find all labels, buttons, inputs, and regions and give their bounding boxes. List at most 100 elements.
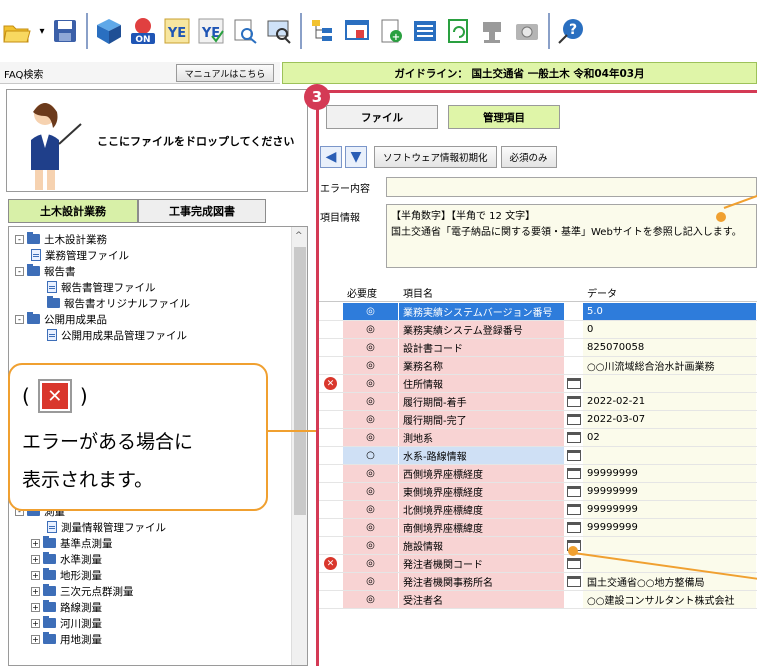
edit-cell[interactable]	[565, 573, 583, 590]
table-row[interactable]: ◎ 東側境界座標経度 99999999	[319, 483, 757, 500]
table-row[interactable]: ◎ 測地系 02	[319, 429, 757, 446]
tab-management-items[interactable]: 管理項目	[448, 105, 560, 129]
data-cell[interactable]: 99999999	[583, 465, 757, 482]
on-icon[interactable]: ON	[128, 16, 158, 46]
tree-item[interactable]: 測量情報管理ファイル	[47, 519, 166, 535]
arrow-left-icon[interactable]: ◀	[320, 146, 342, 168]
table-row[interactable]: ◎ 履行期間-完了 2022-03-07	[319, 411, 757, 428]
table-row[interactable]: ◎ 西側境界座標経度 99999999	[319, 465, 757, 482]
tab-civil-design[interactable]: 土木設計業務	[8, 199, 138, 223]
tree-scrollbar[interactable]: ^	[291, 227, 307, 665]
tree-view-icon[interactable]	[308, 16, 338, 46]
arrow-down-icon[interactable]: ▼	[345, 146, 367, 168]
data-cell[interactable]: 0	[583, 321, 757, 338]
tree-item[interactable]: + 水準測量	[31, 551, 102, 567]
edit-window-icon[interactable]	[566, 414, 581, 425]
edit-cell[interactable]	[565, 393, 583, 410]
tab-file[interactable]: ファイル	[326, 105, 438, 129]
manual-button[interactable]: マニュアルはこちら	[176, 64, 274, 82]
tree-item[interactable]: + 用地測量	[31, 631, 102, 647]
required-only-button[interactable]: 必須のみ	[500, 146, 557, 168]
tree-item[interactable]: - 公開用成果品	[15, 311, 107, 327]
collapse-icon[interactable]: -	[15, 314, 24, 324]
header-requirement[interactable]: 必要度	[347, 285, 377, 300]
data-cell[interactable]: 825070058	[583, 339, 757, 356]
doc-add-icon[interactable]: +	[376, 16, 406, 46]
edit-cell[interactable]	[565, 447, 583, 464]
tree-item[interactable]: - 報告書	[15, 263, 76, 279]
help-icon[interactable]: ?	[556, 16, 586, 46]
edit-window-icon[interactable]	[566, 558, 581, 569]
edit-window-icon[interactable]	[566, 576, 581, 587]
edit-cell[interactable]	[565, 519, 583, 536]
edit-window-icon[interactable]	[566, 378, 581, 389]
edit-cell[interactable]	[565, 501, 583, 518]
file-drop-area[interactable]: ここにファイルをドロップしてください	[6, 89, 308, 192]
tree-item[interactable]: + 河川測量	[31, 615, 102, 631]
edit-window-icon[interactable]	[566, 450, 581, 461]
data-cell[interactable]	[583, 375, 757, 392]
scroll-thumb[interactable]	[294, 247, 306, 515]
collapse-icon[interactable]: -	[15, 266, 24, 276]
tree-item[interactable]: 業務管理ファイル	[31, 247, 129, 263]
data-cell[interactable]	[583, 447, 757, 464]
edit-window-icon[interactable]	[566, 432, 581, 443]
ye-icon[interactable]: YE	[162, 16, 192, 46]
data-cell[interactable]: 02	[583, 429, 757, 446]
data-cell[interactable]: 99999999	[583, 519, 757, 536]
tree-item[interactable]: + 地形測量	[31, 567, 102, 583]
stamp-icon[interactable]	[478, 16, 508, 46]
monitor-search-icon[interactable]	[264, 16, 294, 46]
edit-window-icon[interactable]	[566, 522, 581, 533]
table-row[interactable]: ◎ 業務実績システム登録番号 0	[319, 321, 757, 338]
scroll-up-icon[interactable]: ^	[295, 231, 303, 241]
edit-cell[interactable]	[565, 411, 583, 428]
open-dropdown-icon[interactable]: ▾	[36, 16, 48, 46]
data-cell[interactable]: ○○建設コンサルタント株式会社	[583, 591, 757, 608]
edit-window-icon[interactable]	[566, 504, 581, 515]
data-cell[interactable]: 2022-03-07	[583, 411, 757, 428]
table-row[interactable]: ◎ 業務実績システムバージョン番号 5.0	[319, 303, 757, 320]
data-cell[interactable]: ○○川流域総合治水計画業務	[583, 357, 757, 374]
table-row[interactable]: ◎ 業務名称 ○○川流域総合治水計画業務	[319, 357, 757, 374]
edit-cell[interactable]	[565, 429, 583, 446]
open-folder-icon[interactable]	[2, 16, 32, 46]
faq-search-label[interactable]: FAQ検索	[4, 66, 43, 81]
refresh-doc-icon[interactable]	[444, 16, 474, 46]
table-row[interactable]: ◎ 設計書コード 825070058	[319, 339, 757, 356]
data-cell[interactable]: 5.0	[583, 303, 757, 320]
collapse-icon[interactable]: -	[15, 234, 24, 244]
tree-item[interactable]: 報告書オリジナルファイル	[47, 295, 190, 311]
list-icon[interactable]	[410, 16, 440, 46]
tree-item[interactable]: - 土木設計業務	[15, 231, 107, 247]
expand-icon[interactable]: +	[31, 602, 40, 612]
tree-item[interactable]: + 路線測量	[31, 599, 102, 615]
expand-icon[interactable]: +	[31, 538, 40, 548]
table-row[interactable]: ○ 水系-路線情報	[319, 447, 757, 464]
edit-window-icon[interactable]	[566, 396, 581, 407]
edit-cell[interactable]	[565, 483, 583, 500]
data-cell[interactable]	[583, 537, 757, 554]
window-add-icon[interactable]	[342, 16, 372, 46]
edit-window-icon[interactable]	[566, 486, 581, 497]
tree-item[interactable]: 公開用成果品管理ファイル	[47, 327, 187, 343]
header-data[interactable]: データ	[587, 285, 617, 300]
tree-item[interactable]: 報告書管理ファイル	[47, 279, 156, 295]
save-icon[interactable]	[50, 16, 80, 46]
tree-item[interactable]: + 三次元点群測量	[31, 583, 134, 599]
table-row[interactable]: ◎ 北側境界座標緯度 99999999	[319, 501, 757, 518]
table-row[interactable]: ◎ 施設情報	[319, 537, 757, 554]
search-doc-icon[interactable]	[230, 16, 260, 46]
data-cell[interactable]: 99999999	[583, 483, 757, 500]
tree-item[interactable]: + 基準点測量	[31, 535, 113, 551]
tab-completion-docs[interactable]: 工事完成図書	[138, 199, 266, 223]
cube-icon[interactable]	[94, 16, 124, 46]
edit-cell[interactable]	[565, 375, 583, 392]
camera-icon[interactable]	[512, 16, 542, 46]
header-item-name[interactable]: 項目名	[403, 285, 433, 300]
data-cell[interactable]: 2022-02-21	[583, 393, 757, 410]
table-row[interactable]: ◎ 南側境界座標緯度 99999999	[319, 519, 757, 536]
table-row[interactable]: ✕ ◎ 住所情報	[319, 375, 757, 392]
edit-window-icon[interactable]	[566, 468, 581, 479]
table-row[interactable]: ◎ 受注者名 ○○建設コンサルタント株式会社	[319, 591, 757, 608]
